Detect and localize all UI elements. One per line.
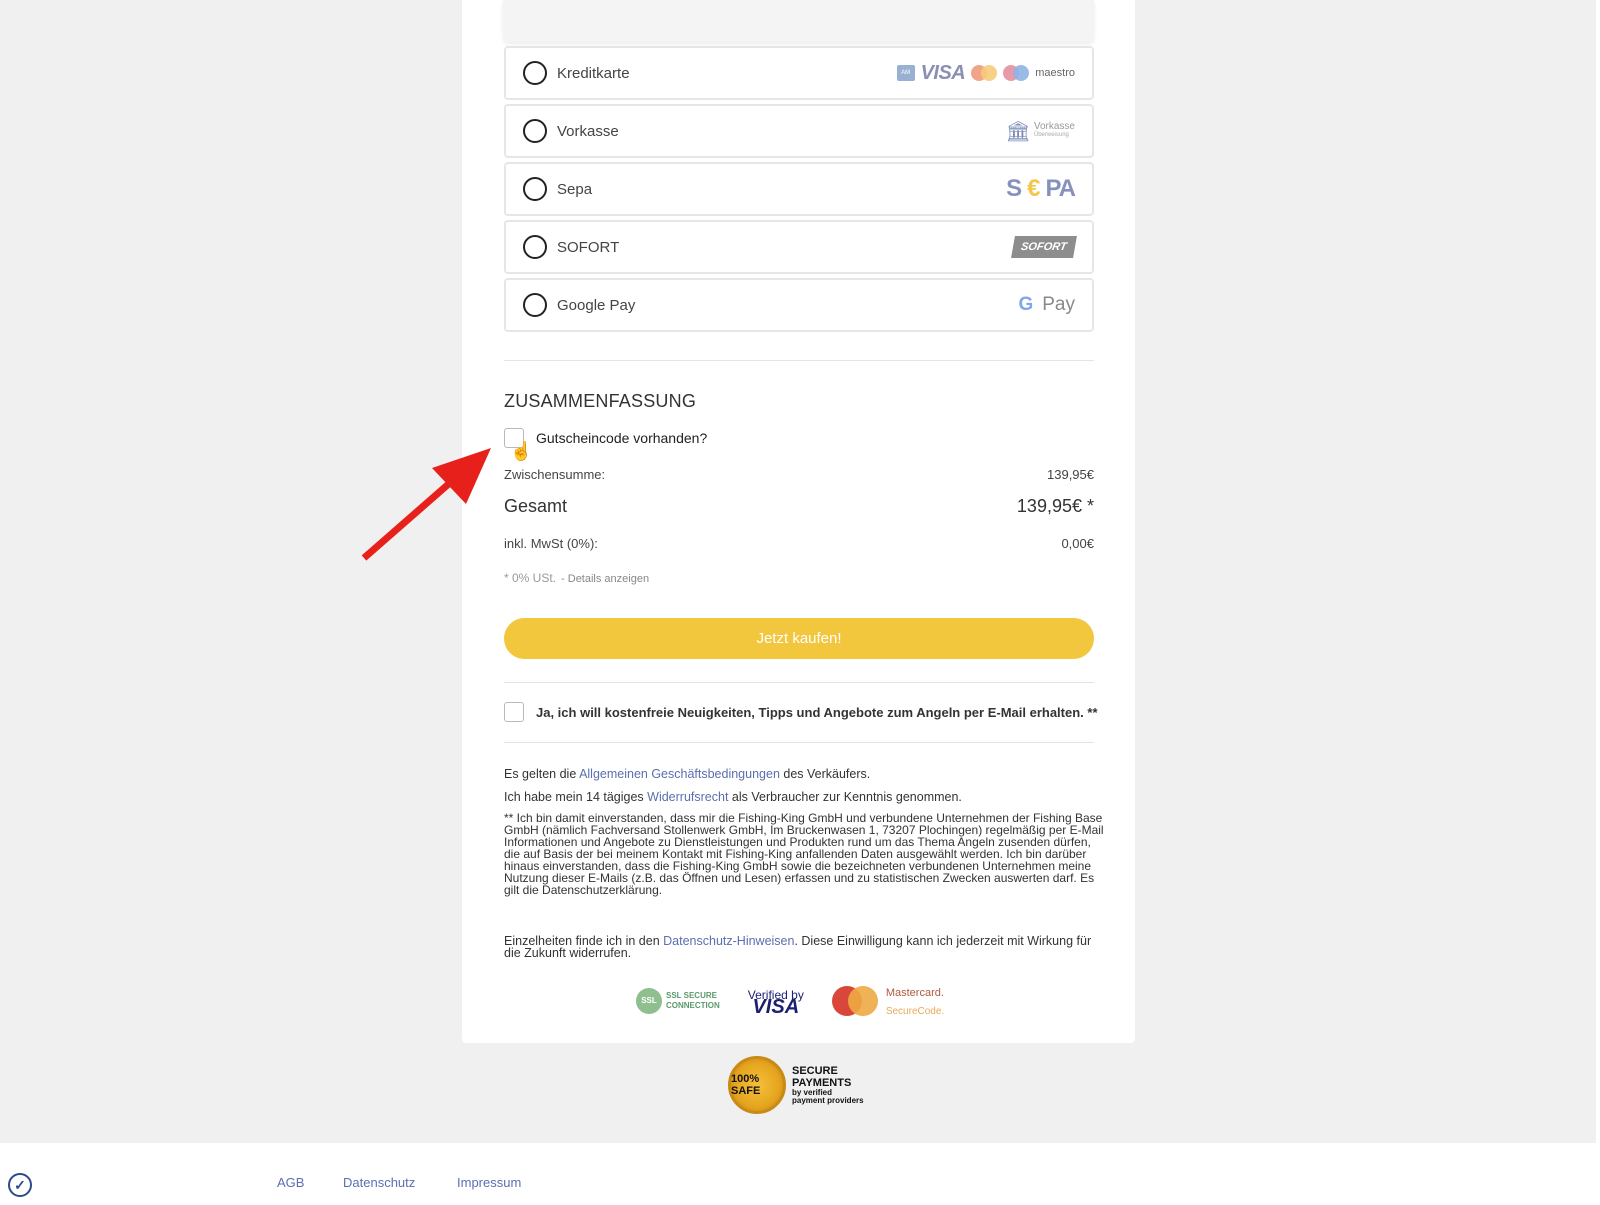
vat-value: 0,00€ (1061, 536, 1094, 551)
ssl-badge: SSL SSL SECURE CONNECTION (636, 988, 720, 1014)
tax-details-link[interactable]: - Details anzeigen (561, 573, 649, 585)
page-edge (1596, 0, 1600, 1205)
payment-option-google-pay[interactable]: Google Pay G Pay (504, 278, 1094, 332)
radio-sepa[interactable] (523, 177, 547, 201)
trust-check-icon[interactable]: ✓ (8, 1173, 32, 1197)
lock-icon: SSL (636, 988, 662, 1014)
total-value: 139,95€ * (1016, 496, 1094, 516)
payment-label: SOFORT (557, 238, 620, 256)
total-label: Gesamt (504, 496, 568, 516)
secure-payments-seal: 100% SAFE SECURE PAYMENTS by verified pa… (728, 1056, 864, 1114)
vorkasse-logo: 🏛 Vorkasse Überweisung (1005, 119, 1075, 144)
radio-sofort[interactable] (523, 235, 547, 259)
subtotal-value: 139,95€ (1047, 467, 1094, 482)
verified-by-visa-badge: Verified by VISA (747, 988, 804, 1018)
voucher-label[interactable]: Gutscheincode vorhanden? (536, 430, 707, 446)
newsletter-label[interactable]: Ja, ich will kostenfreie Neuigkeiten, Ti… (536, 705, 1098, 720)
sepa-logo-icon: S € PA (1006, 175, 1076, 202)
divider (504, 742, 1094, 743)
sofort-logo-icon: SOFORT (1011, 236, 1077, 258)
agb-link[interactable]: Allgemeinen Geschäftsbedingungen (579, 767, 780, 781)
subtotal-label: Zwischensumme: (504, 467, 606, 482)
footer: AGB Datenschutz Impressum (0, 1143, 1600, 1205)
radio-vorkasse[interactable] (523, 119, 547, 143)
agb-notice: Es gelten die Allgemeinen Geschäftsbedin… (504, 767, 871, 781)
credit-card-logos: AM EX VISA maestro (896, 61, 1075, 92)
payment-option-kreditkarte[interactable]: Kreditkarte AM EX VISA maestro (504, 46, 1094, 100)
mastercard-icon (831, 986, 878, 1016)
maestro-text: maestro (1035, 67, 1075, 79)
amex-logo-icon: AM EX (896, 65, 915, 92)
privacy-link[interactable]: Datenschutz-Hinweisen (663, 934, 794, 948)
footer-datenschutz-link[interactable]: Datenschutz (343, 1175, 415, 1190)
tax-note: * 0% USt. - Details anzeigen (504, 571, 650, 585)
payment-label: Sepa (557, 180, 593, 198)
newsletter-checkbox[interactable] (504, 702, 524, 722)
safe-shopping-medal-icon: 100% SAFE (728, 1056, 786, 1114)
consent-text: ** Ich bin damit einverstanden, dass mir… (504, 811, 1104, 897)
footer-agb-link[interactable]: AGB (277, 1175, 304, 1190)
visa-logo-icon: VISA (920, 61, 966, 84)
summary-title: ZUSAMMENFASSUNG (504, 391, 697, 411)
vat-label: inkl. MwSt (0%): (504, 536, 598, 551)
vorkasse-logo-subtext: Überweisung (1033, 132, 1069, 138)
withdrawal-link[interactable]: Widerrufsrecht (647, 790, 728, 804)
bank-icon: 🏛 (1005, 120, 1031, 143)
trust-badges: SSL SSL SECURE CONNECTION Verified by VIS… (636, 983, 944, 1019)
mastercard-securecode-badge: Mastercard. SecureCode. (831, 983, 944, 1019)
payment-label: Kreditkarte (557, 64, 630, 82)
payment-label: Vorkasse (557, 122, 619, 140)
sofort-logo: SOFORT (1011, 236, 1077, 258)
divider (504, 682, 1094, 683)
maestro-logo-icon (1003, 65, 1030, 81)
payment-option-vorkasse[interactable]: Vorkasse 🏛 Vorkasse Überweisung (504, 104, 1094, 158)
divider (504, 360, 1094, 361)
payment-option-sepa[interactable]: Sepa S € PA (504, 162, 1094, 216)
footer-impressum-link[interactable]: Impressum (457, 1175, 521, 1190)
withdrawal-notice: Ich habe mein 14 tägiges Widerrufsrecht … (504, 790, 962, 804)
mastercard-logo-icon (971, 65, 998, 81)
hand-cursor-icon: ☝ (510, 441, 533, 461)
payment-option-sofort[interactable]: SOFORT SOFORT (504, 220, 1094, 274)
radio-google-pay[interactable] (523, 293, 547, 317)
radio-kreditkarte[interactable] (523, 61, 547, 85)
payment-label: Google Pay (557, 296, 636, 314)
previous-section-stub (503, 0, 1094, 42)
buy-now-button[interactable]: Jetzt kaufen! (504, 618, 1094, 659)
google-pay-logo-icon: G Pay (1018, 294, 1075, 315)
privacy-details: Einzelheiten finde ich in den Datenschut… (504, 934, 1092, 960)
